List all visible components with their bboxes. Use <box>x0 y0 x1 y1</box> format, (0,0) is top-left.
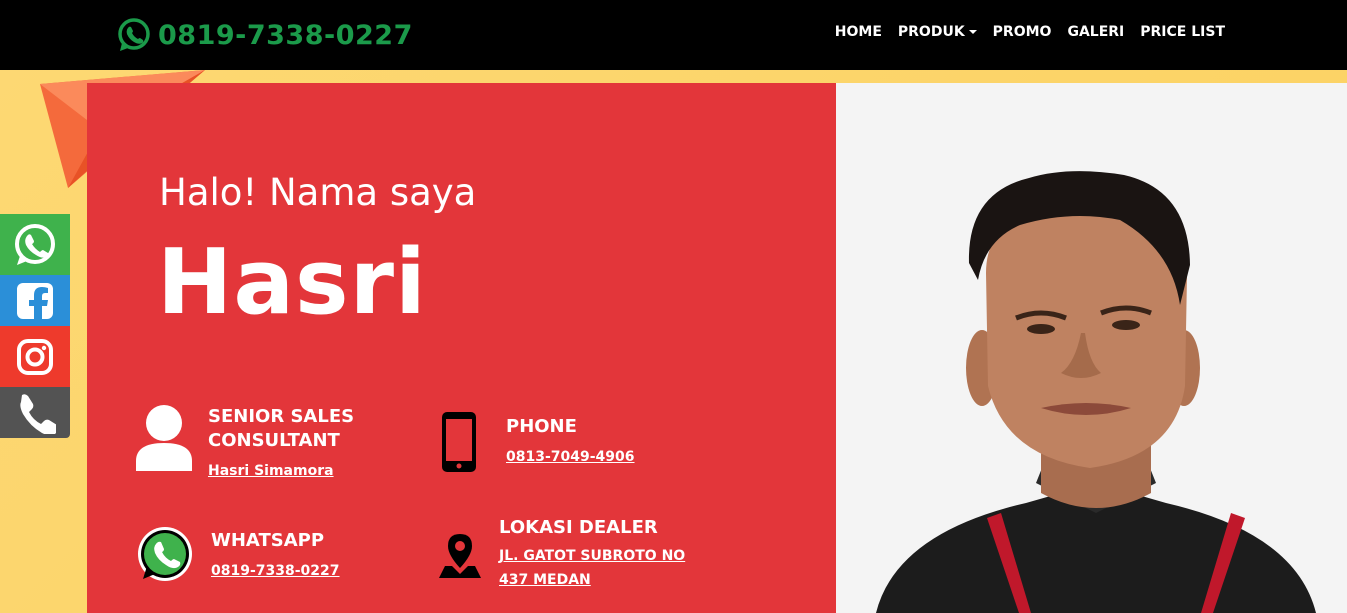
info-whatsapp: WHATSAPP 0819-7338-0227 <box>135 525 340 585</box>
smartphone-icon <box>442 412 476 472</box>
phone-title: PHONE <box>506 416 577 437</box>
social-phone-button[interactable] <box>0 387 70 438</box>
dealer-title: LOKASI DEALER <box>499 517 658 538</box>
role-name-link[interactable]: Hasri Simamora <box>208 459 368 483</box>
nav-price-list[interactable]: PRICE LIST <box>1140 24 1225 40</box>
nav-promo-label: PROMO <box>992 24 1052 40</box>
nav-price-list-label: PRICE LIST <box>1140 24 1225 40</box>
navbar-phone-number: 0819-7338-0227 <box>158 19 413 51</box>
info-role: SENIOR SALES CONSULTANT Hasri Simamora <box>135 403 368 483</box>
dealer-address-link[interactable]: JL. GATOT SUBROTO NO 437 MEDAN <box>499 544 719 592</box>
role-title: SENIOR SALES CONSULTANT <box>208 406 355 451</box>
caret-down-icon <box>968 30 977 34</box>
phone-number-link[interactable]: 0813-7049-4906 <box>506 445 635 469</box>
nav-home-label: HOME <box>834 24 882 40</box>
nav-galeri[interactable]: GALERI <box>1067 24 1124 40</box>
nav-home[interactable]: HOME <box>835 24 882 40</box>
user-icon <box>136 405 192 471</box>
whatsapp-icon <box>15 223 55 265</box>
whatsapp-title: WHATSAPP <box>211 530 325 551</box>
whatsapp-icon <box>118 18 150 51</box>
consultant-photo <box>836 83 1347 613</box>
nav-produk-dropdown[interactable]: PRODUK <box>898 24 977 40</box>
instagram-icon <box>17 338 53 375</box>
greeting-text: Halo! Nama saya <box>159 171 477 214</box>
social-instagram-button[interactable] <box>0 326 70 387</box>
social-facebook-button[interactable] <box>0 275 70 326</box>
whatsapp-number-link[interactable]: 0819-7338-0227 <box>211 559 340 583</box>
nav-menu: HOME PRODUK PROMO GALERI PRICE LIST <box>835 24 1225 40</box>
social-sidebar <box>0 214 70 438</box>
info-phone: PHONE 0813-7049-4906 <box>441 411 635 473</box>
phone-icon <box>20 393 56 434</box>
top-navbar: 0819-7338-0227 HOME PRODUK PROMO GALERI … <box>0 0 1347 70</box>
consultant-name: Hasri <box>157 230 427 335</box>
facebook-icon <box>17 282 53 320</box>
navbar-phone-link[interactable]: 0819-7338-0227 <box>116 15 413 55</box>
map-pin-icon <box>439 534 481 578</box>
social-whatsapp-button[interactable] <box>0 214 70 275</box>
info-dealer-location: LOKASI DEALER JL. GATOT SUBROTO NO 437 M… <box>437 516 719 592</box>
whatsapp-icon <box>138 527 192 581</box>
profile-card: Halo! Nama saya Hasri SENIOR SALES CONSU… <box>87 83 836 613</box>
nav-promo[interactable]: PROMO <box>993 24 1052 40</box>
nav-produk-label: PRODUK <box>897 24 965 40</box>
consultant-portrait-illustration <box>876 171 1316 613</box>
nav-galeri-label: GALERI <box>1067 24 1125 40</box>
